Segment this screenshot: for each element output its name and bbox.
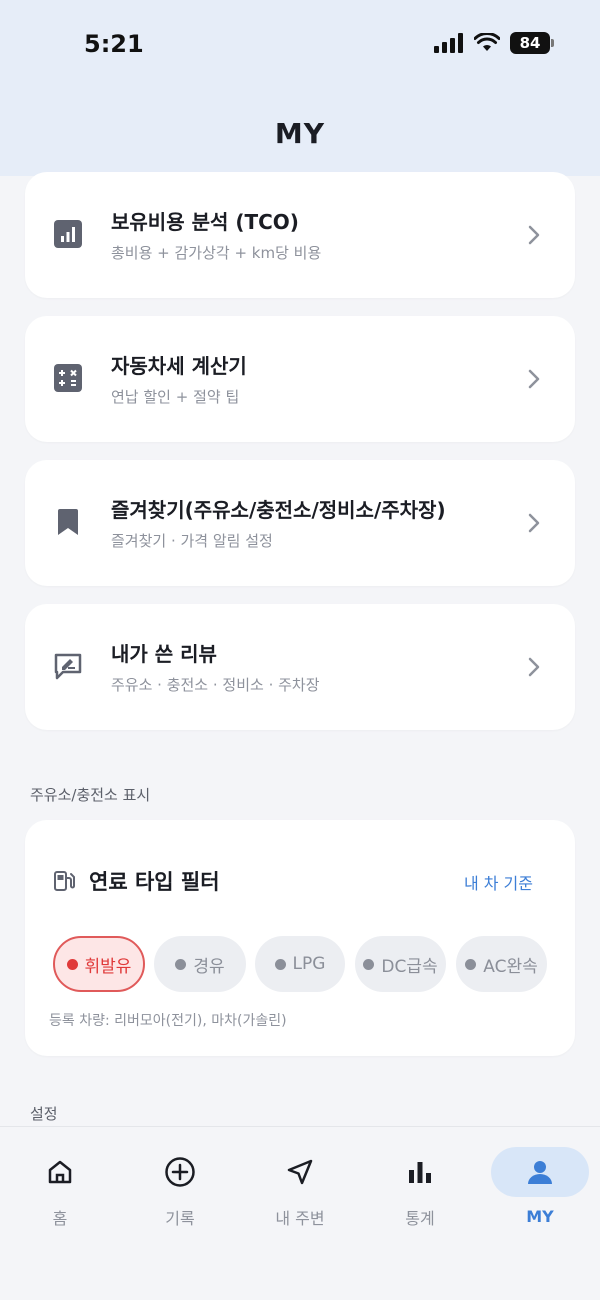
chevron-right-icon [528, 225, 540, 245]
tab-home[interactable] [11, 1147, 109, 1197]
menu-item-title: 즐겨찾기(주유소/충전소/정비소/주차장) [111, 498, 446, 522]
header: MY [0, 90, 600, 176]
plus-circle-icon [165, 1157, 195, 1187]
tab-stats-label: 통계 [405, 1209, 435, 1228]
review-icon [54, 653, 82, 680]
chip-lpg[interactable]: LPG [255, 936, 345, 992]
menu-item-favorites[interactable]: 즐겨찾기(주유소/충전소/정비소/주차장) 즐겨찾기 · 가격 알림 설정 [25, 460, 575, 586]
calculator-icon [54, 364, 82, 392]
battery-level: 84 [519, 34, 541, 52]
status-icons: 84 [434, 32, 554, 54]
menu-item-title: 보유비용 분석 (TCO) [111, 210, 299, 234]
my-car-basis-link[interactable]: 내 차 기준 [464, 870, 533, 894]
registered-vehicles-note: 등록 차량: 리버모아(전기), 마차(가솔린) [49, 1013, 287, 1029]
chip-diesel[interactable]: 경유 [154, 936, 246, 992]
chip-dc-fast[interactable]: DC급속 [355, 936, 446, 992]
dot-icon [465, 958, 477, 970]
home-icon [48, 1160, 72, 1184]
tab-nearby[interactable] [251, 1147, 349, 1197]
status-bar: 5:21 84 [0, 0, 600, 90]
battery-icon: 84 [510, 32, 554, 54]
menu-item-tco[interactable]: 보유비용 분석 (TCO) 총비용 + 감가상각 + km당 비용 [25, 172, 575, 298]
menu-item-subtitle: 연납 할인 + 절약 팁 [111, 388, 240, 406]
menu-item-subtitle: 즐겨찾기 · 가격 알림 설정 [111, 532, 273, 550]
chip-label: 경유 [193, 956, 225, 977]
chip-label: AC완속 [483, 956, 538, 977]
bookmark-icon [58, 509, 78, 535]
tab-stats[interactable] [371, 1147, 469, 1197]
menu-item-my-reviews[interactable]: 내가 쓴 리뷰 주유소 · 충전소 · 정비소 · 주차장 [25, 604, 575, 730]
wifi-icon [474, 33, 500, 51]
fuel-filter-title: 연료 타입 필터 [89, 870, 220, 894]
menu-item-title: 자동차세 계산기 [111, 354, 247, 378]
user-icon [528, 1161, 552, 1184]
dot-icon [66, 958, 78, 970]
chevron-right-icon [528, 369, 540, 389]
menu-item-subtitle: 주유소 · 충전소 · 정비소 · 주차장 [111, 676, 320, 694]
dot-icon [274, 958, 286, 970]
chip-label: 휘발유 [84, 956, 132, 977]
page-title: MY [274, 116, 326, 150]
dot-icon [363, 958, 375, 970]
section-label-station-display: 주유소/충전소 표시 [30, 786, 151, 804]
menu-item-car-tax[interactable]: 자동차세 계산기 연납 할인 + 절약 팁 [25, 316, 575, 442]
chip-ac-slow[interactable]: AC완속 [456, 936, 547, 992]
tab-bar: 홈 기록 내 주변 통계 MY [0, 1126, 600, 1300]
tab-my[interactable] [491, 1147, 589, 1197]
dot-icon [175, 958, 187, 970]
chip-label: DC급속 [381, 956, 438, 977]
tab-record-label: 기록 [165, 1209, 195, 1228]
signal-icon [434, 33, 463, 53]
chart-icon [54, 220, 82, 248]
bar-chart-icon [409, 1162, 431, 1183]
menu-item-subtitle: 총비용 + 감가상각 + km당 비용 [111, 244, 322, 262]
menu-item-title: 내가 쓴 리뷰 [111, 642, 217, 666]
tab-record[interactable] [131, 1147, 229, 1197]
section-label-settings: 설정 [30, 1105, 58, 1123]
fuel-filter-card: 연료 타입 필터 내 차 기준 휘발유 경유 LPG DC급속 AC완속 등록 … [25, 820, 575, 1056]
chevron-right-icon [528, 657, 540, 677]
fuel-pump-icon [54, 871, 75, 891]
status-time: 5:21 [84, 30, 144, 58]
tab-home-label: 홈 [52, 1209, 68, 1228]
chevron-right-icon [528, 513, 540, 533]
tab-my-label: MY [526, 1207, 554, 1226]
navigation-icon [287, 1159, 313, 1185]
tab-nearby-label: 내 주변 [275, 1209, 325, 1228]
chip-gasoline[interactable]: 휘발유 [53, 936, 145, 992]
chip-label: LPG [292, 954, 326, 974]
